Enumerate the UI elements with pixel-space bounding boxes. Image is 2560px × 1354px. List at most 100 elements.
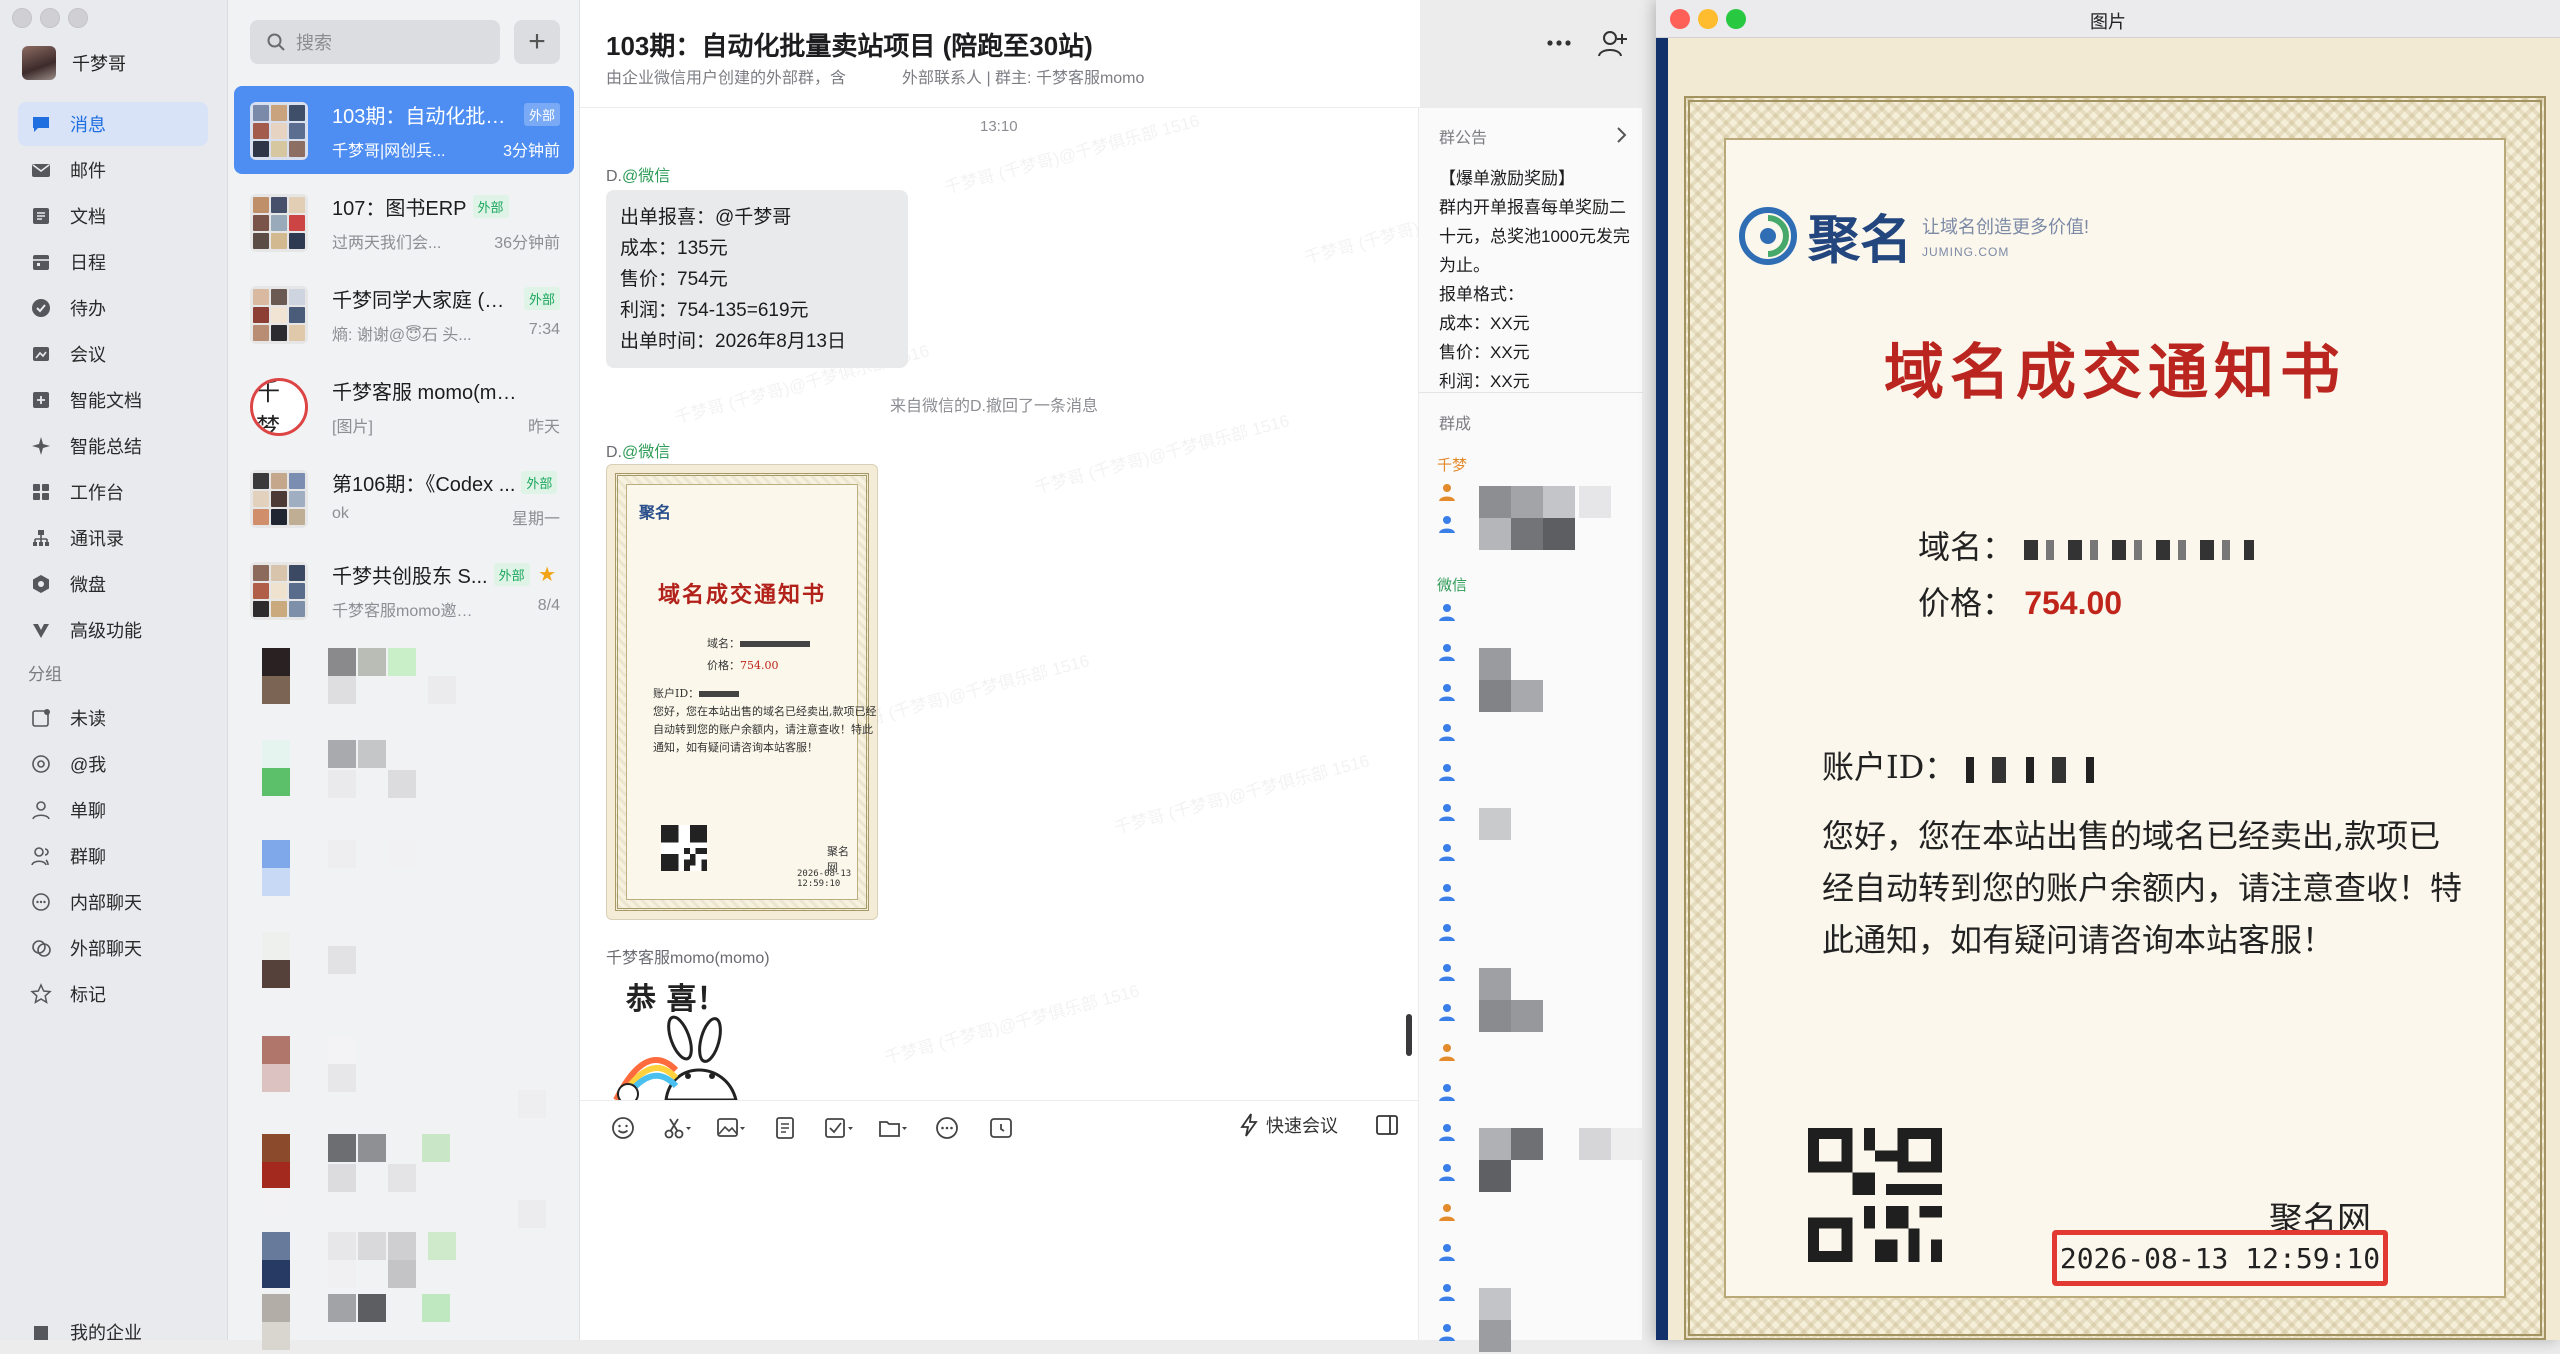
member-icon[interactable] (1437, 514, 1459, 536)
folder-icon[interactable] (876, 1111, 910, 1145)
add-member-icon[interactable] (1596, 26, 1630, 60)
sparkle-icon (30, 435, 52, 457)
nav-group-single[interactable]: 单聊 (18, 788, 208, 832)
member-icon[interactable] (1437, 682, 1459, 704)
profile[interactable]: 千梦哥 (22, 46, 126, 80)
member-icon[interactable] (1437, 762, 1459, 784)
qr-code (1808, 1128, 1942, 1262)
nav-label: 我的企业 (70, 1323, 142, 1343)
window-close-button[interactable] (12, 8, 32, 28)
image-message[interactable]: 聚名 域名成交通知书 域名： 价格：754.00 账户ID： 您好，您在本站出售的… (606, 464, 878, 920)
member-icon[interactable] (1437, 1202, 1459, 1224)
conversation-item[interactable]: 107：图书ERP 外部 过两天我们会... 36分钟前 (234, 178, 574, 266)
chat-scrollbar[interactable] (1406, 1014, 1412, 1056)
viewer-edge (1656, 38, 1668, 1340)
message-line: 成本：135元 (620, 238, 728, 259)
image-icon[interactable] (714, 1111, 748, 1145)
member-icon[interactable] (1437, 1162, 1459, 1184)
message-sender[interactable]: D.@微信 (606, 162, 670, 186)
member-icon[interactable] (1437, 842, 1459, 864)
history-icon[interactable] (984, 1111, 1018, 1145)
nav-item-meeting[interactable]: 会议 (18, 332, 208, 376)
external-tag: 外部 (523, 103, 560, 126)
nav-item-todo[interactable]: 待办 (18, 286, 208, 330)
member-icon[interactable] (1437, 1082, 1459, 1104)
certificate-image[interactable]: 聚名 让域名创造更多价值! JUMING.COM 域名成交通知书 域名： 价格：… (1668, 38, 2560, 1340)
window-minimize-button[interactable] (40, 8, 60, 28)
mini-price-label: 价格： (707, 659, 740, 672)
nav-item-advanced[interactable]: 高级功能 (18, 608, 208, 652)
nav-item-messages[interactable]: 消息 (18, 102, 208, 146)
chat-title[interactable]: 103期：自动化批量卖站项目 (陪跑至30站) (606, 26, 1093, 63)
mini-account-redacted (699, 691, 740, 697)
quick-meeting-button[interactable]: 快速会议 (1240, 1112, 1338, 1138)
conversation-item[interactable]: 103期：自动化批量... 外部 千梦哥|网创兵... 3分钟前 (234, 86, 574, 174)
more-dots-icon[interactable] (930, 1111, 964, 1145)
nav-item-smart-summary[interactable]: 智能总结 (18, 424, 208, 468)
lightning-icon (1240, 1113, 1258, 1137)
nav-item-workbench[interactable]: 工作台 (18, 470, 208, 514)
nav-item-smart-docs[interactable]: 智能文档 (18, 378, 208, 422)
member-icon[interactable] (1437, 802, 1459, 824)
star-icon: ★ (538, 564, 556, 586)
member-icon[interactable] (1437, 642, 1459, 664)
announcement-title[interactable]: 群公告 (1439, 124, 1487, 148)
nav-my-enterprise[interactable]: 我的企业 (18, 1310, 208, 1354)
nav-item-docs[interactable]: 文档 (18, 194, 208, 238)
message-line: 售价：754元 (620, 269, 728, 290)
star-icon (30, 983, 52, 1005)
conversation-item[interactable]: 千梦共创股东 S... 外部 千梦客服momo邀请... 8/4 ★ (234, 546, 574, 634)
internal-chat-icon (30, 891, 52, 913)
account-label: 账户ID： (1822, 748, 1957, 786)
more-options-icon[interactable] (1542, 26, 1576, 60)
message-bubble[interactable]: 出单报喜：@千梦哥 成本：135元 售价：754元 利润：754-135=619… (606, 190, 908, 368)
member-icon[interactable] (1437, 962, 1459, 984)
member-icon[interactable] (1437, 1122, 1459, 1144)
member-icon[interactable] (1437, 722, 1459, 744)
nav-group-at-me[interactable]: @我 (18, 742, 208, 786)
member-icon[interactable] (1437, 1282, 1459, 1304)
member-icon[interactable] (1437, 602, 1459, 624)
nav-label: 外部聊天 (70, 939, 142, 959)
emoji-icon[interactable] (606, 1111, 640, 1145)
add-button[interactable]: + (514, 20, 560, 64)
conversation-item[interactable]: 千梦同学大家庭 (全... 外部 熵: 谢谢@😇石 头... 7:34 (234, 270, 574, 358)
conversation-time: 7:34 (528, 321, 560, 338)
avatar: 千梦 (250, 378, 308, 436)
member-icon[interactable] (1437, 922, 1459, 944)
profile-name: 千梦哥 (72, 54, 126, 74)
chevron-right-icon[interactable] (1615, 126, 1627, 144)
group-avatar (250, 194, 308, 252)
document-icon[interactable] (768, 1111, 802, 1145)
member-icon[interactable] (1437, 882, 1459, 904)
todo-icon[interactable] (822, 1111, 856, 1145)
member-icon[interactable] (1437, 1002, 1459, 1024)
sidebar-toggle-icon[interactable] (1374, 1112, 1400, 1138)
nav-item-calendar[interactable]: 日程 (18, 240, 208, 284)
nav-group-starred[interactable]: 标记 (18, 972, 208, 1016)
search-input[interactable]: 搜索 (250, 20, 500, 64)
nav-group-internal[interactable]: 内部聊天 (18, 880, 208, 924)
message-sender[interactable]: D.@微信 (606, 438, 670, 462)
message-line: 出单时间：2026年8月13日 (620, 331, 846, 352)
nav-item-mail[interactable]: 邮件 (18, 148, 208, 192)
screenshot-icon[interactable] (660, 1111, 694, 1145)
congrats-sticker[interactable]: 恭 喜！ (606, 970, 776, 1100)
member-icon[interactable] (1437, 482, 1459, 504)
conversation-time: 3分钟前 (503, 143, 560, 160)
nav-item-drive[interactable]: 微盘 (18, 562, 208, 606)
conversation-item[interactable]: 千梦 千梦客服 momo(momo) [图片] 昨天 (234, 362, 574, 450)
window-zoom-button[interactable] (68, 8, 88, 28)
member-icon[interactable] (1437, 1322, 1459, 1344)
conversation-item[interactable]: 第106期：《Codex ... 外部 ok 星期一 (234, 454, 574, 542)
member-icon[interactable] (1437, 1042, 1459, 1064)
mini-price-value: 754.00 (740, 659, 779, 672)
member-icon[interactable] (1437, 1242, 1459, 1264)
message-sender[interactable]: 千梦客服momo(momo) (606, 944, 770, 968)
external-chat-icon (30, 937, 52, 959)
nav-item-contacts[interactable]: 通讯录 (18, 516, 208, 560)
nav-group-group[interactable]: 群聊 (18, 834, 208, 878)
nav-group-external[interactable]: 外部聊天 (18, 926, 208, 970)
avatar[interactable] (22, 46, 56, 80)
nav-group-unread[interactable]: 未读 (18, 696, 208, 740)
